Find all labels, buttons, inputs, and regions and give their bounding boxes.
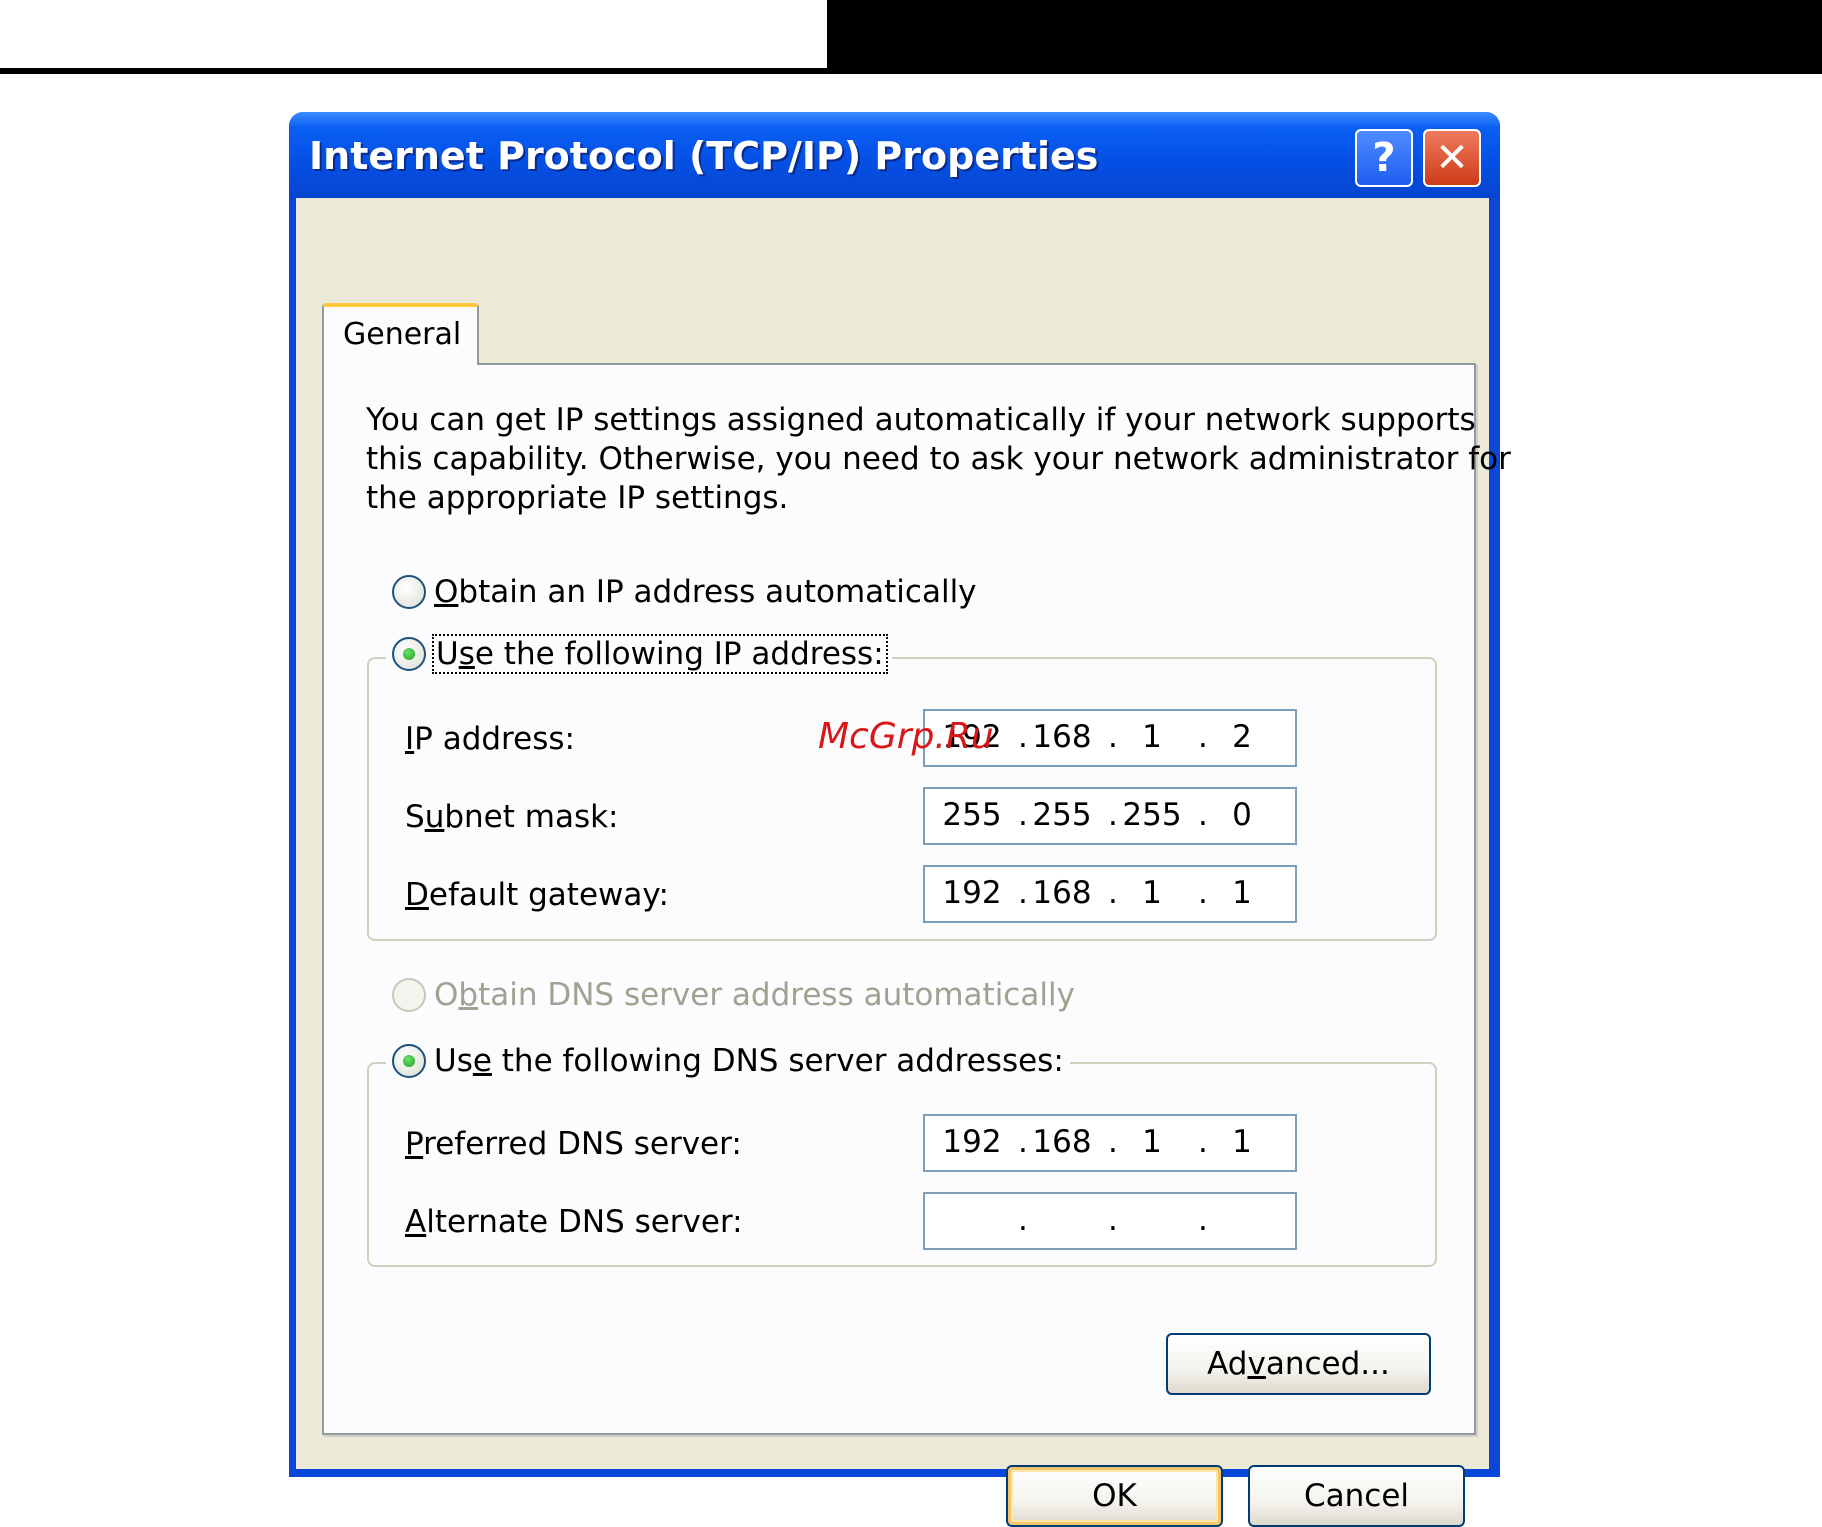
use-following-dns-option[interactable]: Use the following DNS server addresses: [386,1043,1070,1079]
use-following-dns-label: Use the following DNS server addresses: [434,1043,1064,1079]
ip-address-label: IP address: [405,721,575,757]
cancel-button[interactable]: Cancel [1248,1465,1465,1527]
pdns-octet-2: 168 [1032,1124,1092,1160]
obtain-dns-auto-option: Obtain DNS server address automatically [392,977,1075,1013]
default-gateway-label: Default gateway: [405,877,669,913]
obtain-dns-auto-label: Obtain DNS server address automatically [434,977,1075,1013]
obtain-ip-auto-option[interactable]: Obtain an IP address automatically [392,574,977,610]
use-following-ip-radio[interactable] [392,637,426,671]
help-button[interactable]: ? [1355,129,1413,187]
ip-octet-3: 1 [1142,719,1162,755]
gw-octet-3: 1 [1142,875,1162,911]
window-title: Internet Protocol (TCP/IP) Properties [309,134,1099,178]
ok-button[interactable]: OK [1006,1465,1223,1527]
cancel-button-label: Cancel [1303,1478,1410,1514]
preferred-dns-field[interactable]: 192 . 168 . 1 . 1 [923,1114,1297,1172]
gw-octet-2: 168 [1032,875,1092,911]
obtain-ip-auto-radio[interactable] [392,575,426,609]
pdns-octet-3: 1 [1142,1124,1162,1160]
intro-text: You can get IP settings assigned automat… [366,401,1511,518]
preferred-dns-label: Preferred DNS server: [405,1126,742,1162]
mask-octet-2: 255 [1032,797,1092,833]
watermark: McGrp.Ru [818,716,994,757]
use-following-dns-radio[interactable] [392,1044,426,1078]
ip-octet-4: 2 [1232,719,1252,755]
general-tab-panel: You can get IP settings assigned automat… [322,363,1511,1435]
mask-octet-3: 255 [1122,797,1182,833]
advanced-button-label: Advanced... [1207,1346,1390,1382]
advanced-button[interactable]: Advanced... [1166,1333,1431,1395]
intro-line: the appropriate IP settings. [366,480,789,516]
close-icon: ✕ [1435,135,1469,181]
question-mark-icon: ? [1372,135,1396,181]
ip-octet-2: 168 [1032,719,1092,755]
gw-octet-4: 1 [1232,875,1252,911]
intro-line: You can get IP settings assigned automat… [366,402,1476,438]
pdns-octet-1: 192 [942,1124,1002,1160]
tcpip-properties-dialog: Internet Protocol (TCP/IP) Properties ? … [289,112,1511,1527]
alternate-dns-field[interactable]: . . . [923,1192,1297,1250]
subnet-mask-field[interactable]: 255 . 255 . 255 . 0 [923,787,1297,845]
alternate-dns-label: Alternate DNS server: [405,1204,743,1240]
default-gateway-field[interactable]: 192 . 168 . 1 . 1 [923,865,1297,923]
gw-octet-1: 192 [942,875,1002,911]
pdns-octet-4: 1 [1232,1124,1252,1160]
tab-general-label: General [343,317,462,352]
use-following-ip-label: Use the following IP address: [432,634,888,674]
obtain-ip-auto-label: Obtain an IP address automatically [434,574,977,610]
header-bar [827,0,1822,74]
obtain-dns-auto-radio [392,978,426,1012]
use-following-ip-option[interactable]: Use the following IP address: [386,634,892,674]
dialog-body: General You can get IP settings assigned… [296,198,1511,1527]
mask-octet-4: 0 [1232,797,1252,833]
close-button[interactable]: ✕ [1423,129,1481,187]
subnet-mask-label: Subnet mask: [405,799,619,835]
tab-general[interactable]: General [322,303,479,365]
mask-octet-1: 255 [942,797,1002,833]
title-bar[interactable]: Internet Protocol (TCP/IP) Properties ? … [289,112,1500,198]
intro-line: this capability. Otherwise, you need to … [366,441,1511,477]
ok-button-label: OK [1092,1478,1137,1514]
header-rule [0,68,827,74]
